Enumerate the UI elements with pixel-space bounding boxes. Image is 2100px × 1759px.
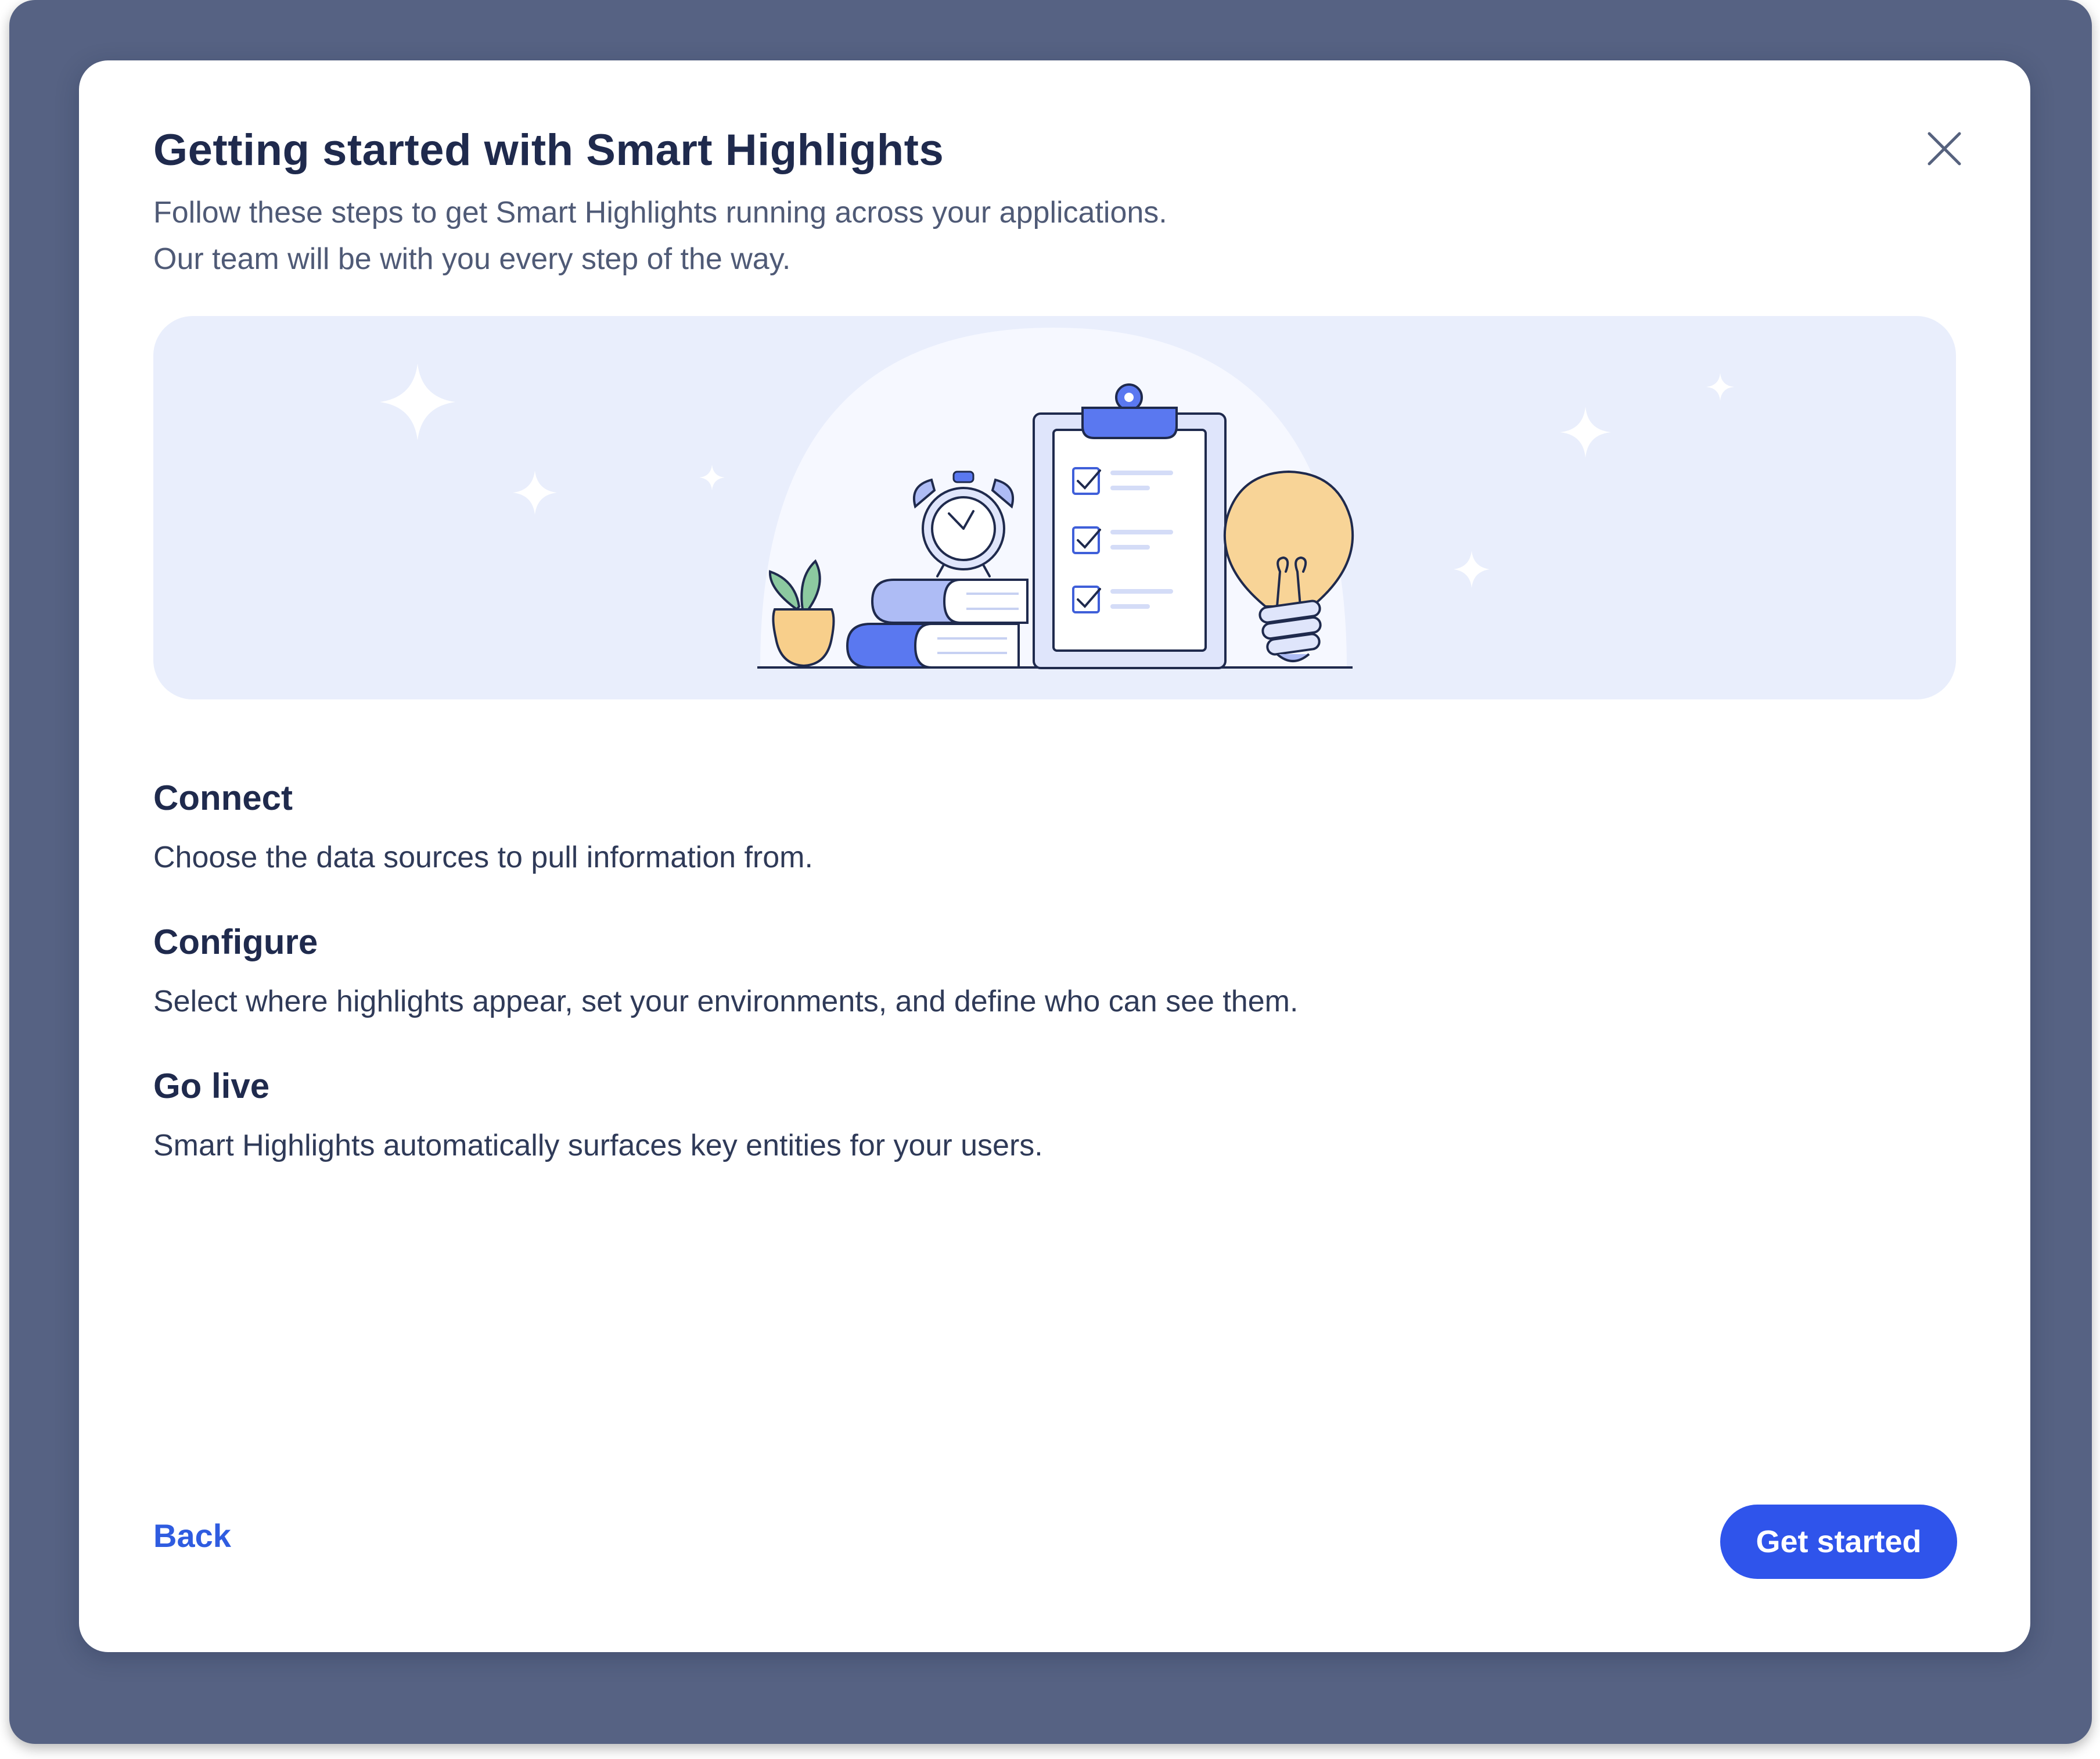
step-go-live: Go live Smart Highlights automatically s…	[153, 1063, 1043, 1169]
dialog-title: Getting started with Smart Highlights	[153, 125, 944, 175]
step-description: Select where highlights appear, set your…	[153, 985, 1299, 1018]
step-title: Configure	[153, 922, 318, 961]
clipboard-checklist-icon	[1033, 383, 1227, 669]
subtitle-line-1: Follow these steps to get Smart Highligh…	[153, 196, 1167, 229]
close-button[interactable]	[1923, 128, 1965, 170]
dialog-subtitle: Follow these steps to get Smart Highligh…	[153, 189, 1167, 282]
getting-started-dialog: Getting started with Smart Highlights Fo…	[79, 60, 2030, 1652]
close-icon	[1928, 132, 1961, 166]
onboarding-illustration	[153, 316, 1956, 699]
step-title: Go live	[153, 1067, 270, 1105]
step-title: Connect	[153, 778, 293, 817]
books-icon	[846, 579, 1029, 669]
step-connect: Connect Choose the data sources to pull …	[153, 775, 813, 881]
subtitle-line-2: Our team will be with you every step of …	[153, 242, 791, 276]
step-configure: Configure Select where highlights appear…	[153, 919, 1298, 1025]
get-started-button[interactable]: Get started	[1720, 1505, 1957, 1579]
back-button[interactable]: Back	[153, 1513, 231, 1559]
step-description: Choose the data sources to pull informat…	[153, 841, 813, 874]
step-description: Smart Highlights automatically surfaces …	[153, 1129, 1043, 1162]
